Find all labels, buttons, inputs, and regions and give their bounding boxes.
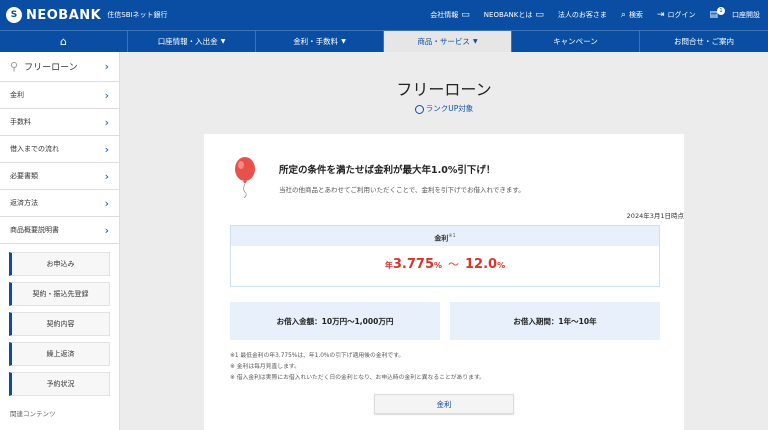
open-account-link[interactable]: ▤ 1 口座開設 — [709, 7, 760, 20]
logo[interactable]: S NEOBANK 住信SBIネット銀行 — [6, 7, 168, 23]
rate-button[interactable]: 金利 — [374, 394, 514, 414]
rate-label: 金利 — [434, 234, 449, 243]
early-repayment-button[interactable]: 繰上返済 — [9, 342, 110, 366]
main-nav: ⌂ 口座情報・入出金 ▼ 金利・手数料 ▼ 商品・サービス ▼ キャンペーン お問合せ… — [0, 30, 768, 52]
about-neobank-label: NEOBANKとは — [483, 11, 533, 19]
caret-down-icon: ▼ — [472, 38, 478, 45]
promo-title: 所定の条件を満たせば金利が最大年1.0%引下げ！ — [279, 165, 496, 176]
sidebar-title-label: フリーローン — [24, 63, 78, 73]
search-link[interactable]: ⌕ 検索 — [621, 10, 643, 20]
sidebar-item-label: 返済方法 — [10, 199, 38, 207]
nav-contact[interactable]: お問合せ・ご案内 — [640, 31, 768, 52]
rate-min-value: 3.775 — [392, 257, 434, 272]
rate-max-value: 12.0 — [465, 257, 498, 272]
caret-down-icon: ▼ — [341, 38, 346, 45]
nav-account-info-label: 口座情報・入出金 — [157, 37, 218, 46]
sidebar-action-buttons: お申込み 契約・振込先登録 契約内容 繰上返済 予約状況 — [0, 244, 119, 396]
login-link[interactable]: ⇥ ログイン — [657, 10, 696, 20]
rate-note-mark: ※1 — [448, 233, 456, 239]
nav-rates-fees-label: 金利・手数料 — [293, 37, 339, 46]
open-account-label: 口座開設 — [732, 11, 760, 19]
promo-description: 当社の他商品とあわせてご利用いただくことで、金利を引下げでお借入れできます。 — [279, 186, 525, 194]
sidebar-item-flow[interactable]: 借入までの流れ › — [0, 136, 119, 163]
rankup-label: ランクUP対象 — [425, 104, 474, 113]
nav-products-services-label: 商品・サービス — [417, 37, 470, 46]
rankup-link[interactable]: ランクUP対象 — [120, 103, 768, 114]
sidebar-item-repayment[interactable]: 返済方法 › — [0, 190, 119, 217]
login-icon: ⇥ — [656, 10, 665, 20]
top-header: S NEOBANK 住信SBIネット銀行 会社情報 ▭ NEOBANKとは ▭ … — [0, 0, 768, 30]
corporate-link[interactable]: 法人のお客さま — [558, 10, 607, 20]
sidebar-item-label: 金利 — [10, 91, 24, 99]
rate-range: 年3.775% ～ 12.0% — [231, 246, 659, 272]
as-of-date: 2024年3月1日時点 — [626, 212, 684, 220]
chevron-right-icon: › — [104, 60, 109, 73]
window-icon: ▭ — [461, 10, 470, 20]
company-info-link[interactable]: 会社情報 ▭ — [430, 10, 470, 20]
search-label: 検索 — [628, 11, 643, 19]
rate-min-percent: % — [434, 261, 443, 270]
search-icon: ⌕ — [620, 10, 626, 20]
chevron-right-icon: › — [104, 169, 109, 183]
sidebar-title-freeloan[interactable]: ⚲ フリーローン › — [0, 52, 119, 82]
login-label: ログイン — [667, 11, 696, 19]
nav-contact-label: お問合せ・ご案内 — [674, 37, 734, 46]
rate-prefix: 年 — [384, 261, 393, 270]
rankup-icon — [414, 104, 424, 114]
window-icon: ▭ — [535, 10, 544, 20]
footnote-1: ※1 最低金利の年3.775%は、年1.0%の引下げ適用後の金利です。 — [230, 353, 405, 359]
rate-box: 金利※1 年3.775% ～ 12.0% — [230, 225, 660, 287]
chevron-right-icon: › — [104, 142, 109, 156]
nav-campaign[interactable]: キャンペーン — [512, 31, 640, 52]
chevron-right-icon: › — [104, 223, 109, 237]
sidebar-item-rate[interactable]: 金利 › — [0, 82, 119, 109]
footnote-2: ※ 金利は毎月見直します。 — [230, 364, 300, 370]
corporate-label: 法人のお客さま — [557, 11, 607, 19]
loan-amount-box: お借入金額：10万円～1,000万円 — [230, 302, 440, 340]
nav-account-info[interactable]: 口座情報・入出金 ▼ — [128, 31, 256, 52]
sidebar-item-fees[interactable]: 手数料 › — [0, 109, 119, 136]
nav-rates-fees[interactable]: 金利・手数料 ▼ — [256, 31, 384, 52]
content-card: 所定の条件を満たせば金利が最大年1.0%引下げ！ 当社の他商品とあわせてご利用い… — [204, 134, 684, 430]
page-title: フリーローン — [396, 80, 492, 99]
chevron-right-icon: › — [104, 88, 109, 102]
chevron-right-icon: › — [104, 196, 109, 210]
nav-campaign-label: キャンペーン — [553, 37, 598, 46]
footnotes: ※1 最低金利の年3.775%は、年1.0%の引下げ適用後の金利です。 ※ 金利… — [230, 351, 485, 384]
loan-period-box: お借入期間：1年～10年 — [450, 302, 660, 340]
logo-mark: S — [6, 7, 22, 23]
sidebar-item-label: 商品概要説明書 — [10, 226, 59, 234]
logo-subtitle: 住信SBIネット銀行 — [107, 11, 168, 19]
reservation-status-button[interactable]: 予約状況 — [9, 372, 110, 396]
contract-details-button[interactable]: 契約内容 — [9, 312, 110, 336]
footnote-3: ※ 借入金利は実際にお借入れいただく日の金利となり、お申込時の金利と異なることが… — [230, 375, 485, 381]
about-neobank-link[interactable]: NEOBANKとは ▭ — [484, 10, 544, 20]
caret-down-icon: ▼ — [220, 38, 226, 45]
logo-text: NEOBANK — [26, 7, 102, 23]
sidebar-item-documents[interactable]: 必要書類 › — [0, 163, 119, 190]
sidebar-item-product-summary[interactable]: 商品概要説明書 › — [0, 217, 119, 244]
balloon-icon — [235, 157, 255, 198]
map-pin-icon: ⚲ — [10, 60, 19, 73]
sidebar: ⚲ フリーローン › 金利 › 手数料 › 借入までの流れ › 必要書類 › 返… — [0, 52, 120, 430]
utility-links: 会社情報 ▭ NEOBANKとは ▭ 法人のお客さま ⌕ 検索 ⇥ ログイン ▤… — [430, 0, 760, 30]
rate-header: 金利※1 — [231, 226, 659, 246]
sidebar-item-label: 手数料 — [10, 118, 31, 126]
rate-max-percent: % — [497, 261, 506, 270]
sidebar-item-label: 必要書類 — [10, 172, 38, 180]
rate-tilde: ～ — [448, 258, 460, 271]
related-content-heading: 関連コンテンツ — [10, 410, 56, 418]
nav-home[interactable]: ⌂ — [0, 31, 128, 52]
contract-registration-button[interactable]: 契約・振込先登録 — [9, 282, 110, 306]
nav-products-services[interactable]: 商品・サービス ▼ — [384, 31, 512, 52]
chevron-right-icon: › — [104, 115, 109, 129]
apply-button[interactable]: お申込み — [9, 252, 110, 276]
notification-badge: 1 — [717, 7, 725, 15]
sidebar-item-label: 借入までの流れ — [10, 145, 59, 153]
home-icon: ⌂ — [60, 35, 67, 48]
company-info-label: 会社情報 — [430, 11, 459, 19]
